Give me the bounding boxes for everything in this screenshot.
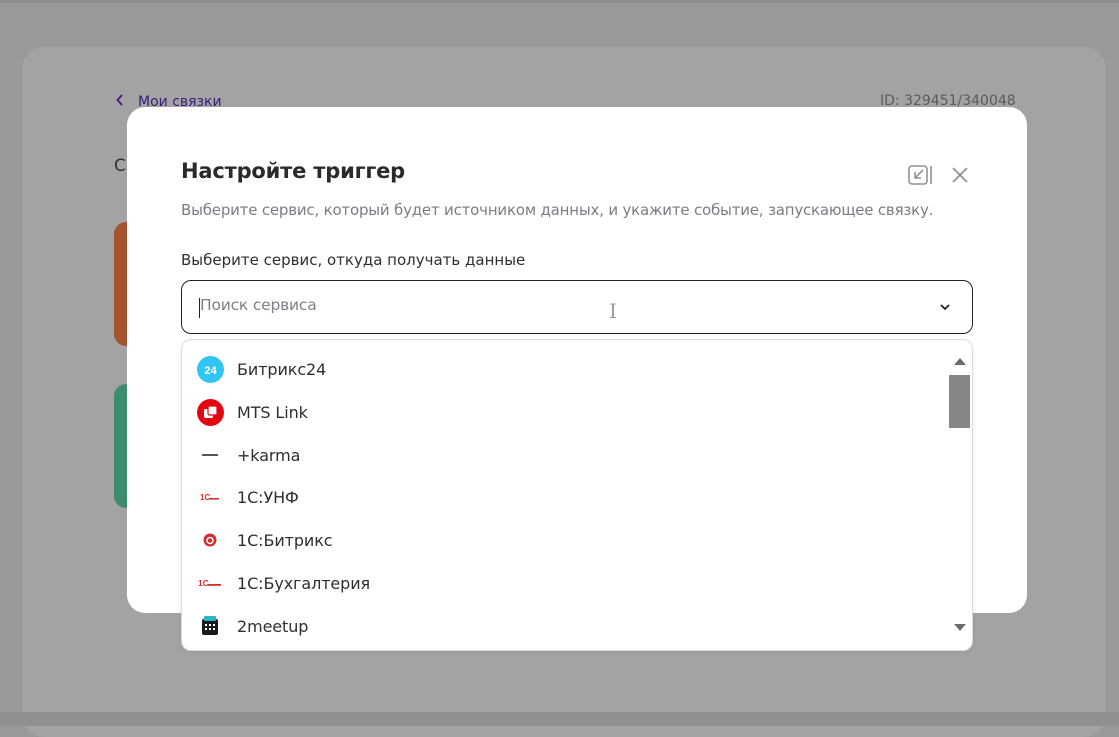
1c-unf-icon: 1С: [196, 483, 224, 511]
scroll-up-arrow-icon[interactable]: [954, 358, 966, 365]
service-search-input[interactable]: Поиск сервиса I: [181, 280, 973, 334]
bitrix24-icon: 24: [196, 355, 224, 383]
list-item-label: 1С:УНФ: [237, 487, 299, 507]
top-border: [0, 0, 1119, 3]
list-item-label: 2meetup: [237, 616, 309, 636]
list-item-mts-link[interactable]: MTS Link: [182, 392, 942, 432]
service-field-label: Выберите сервис, откуда получать данные: [181, 251, 526, 269]
list-scrollbar[interactable]: [948, 340, 970, 650]
chevron-left-icon: [116, 94, 126, 110]
2meetup-icon: [196, 612, 224, 640]
1c-accounting-icon: 1С: [196, 569, 224, 597]
background-card-orange: [114, 222, 128, 346]
list-item-1c-unf[interactable]: 1С 1С:УНФ: [182, 477, 942, 517]
1c-bitrix-icon: [196, 526, 224, 554]
list-item-1c-accounting[interactable]: 1С 1С:Бухгалтерия: [182, 563, 942, 603]
list-item-label: +karma: [237, 445, 301, 465]
list-item-label: Битрикс24: [237, 359, 327, 379]
list-item-label: 1С:Битрикс: [237, 530, 333, 550]
service-dropdown-list: 24 Битрикс24 MTS Link +karma 1С 1С:УНФ 1…: [181, 339, 973, 651]
chevron-down-icon[interactable]: [938, 300, 952, 314]
list-item-1c-bitrix[interactable]: 1С:Битрикс: [182, 520, 942, 560]
svg-text:24: 24: [204, 365, 217, 377]
scroll-down-arrow-icon[interactable]: [954, 624, 966, 631]
list-item-label: 1С:Бухгалтерия: [237, 573, 371, 593]
scrollbar-thumb[interactable]: [949, 375, 970, 428]
karma-icon: [196, 441, 224, 469]
mts-link-icon: [196, 398, 224, 426]
background-card-green: [114, 384, 128, 508]
list-item-karma[interactable]: +karma: [182, 435, 942, 475]
list-item-bitrix24[interactable]: 24 Битрикс24: [182, 349, 942, 389]
collapse-modal-button[interactable]: [907, 162, 933, 188]
text-cursor-icon: I: [609, 299, 617, 323]
modal-subtitle: Выберите сервис, который будет источнико…: [181, 201, 934, 219]
list-item-label: MTS Link: [237, 402, 308, 422]
close-modal-button[interactable]: [949, 164, 971, 186]
page-heading-fragment: С: [114, 156, 126, 176]
modal-title: Настройте триггер: [181, 159, 406, 183]
collapse-icon: [908, 165, 932, 185]
list-item-2meetup[interactable]: 2meetup: [182, 606, 942, 646]
close-icon: [952, 167, 968, 183]
svg-text:1С: 1С: [200, 493, 210, 502]
svg-text:1С: 1С: [198, 578, 209, 588]
bottom-border: [0, 712, 1119, 726]
search-placeholder: Поиск сервиса: [200, 296, 317, 314]
